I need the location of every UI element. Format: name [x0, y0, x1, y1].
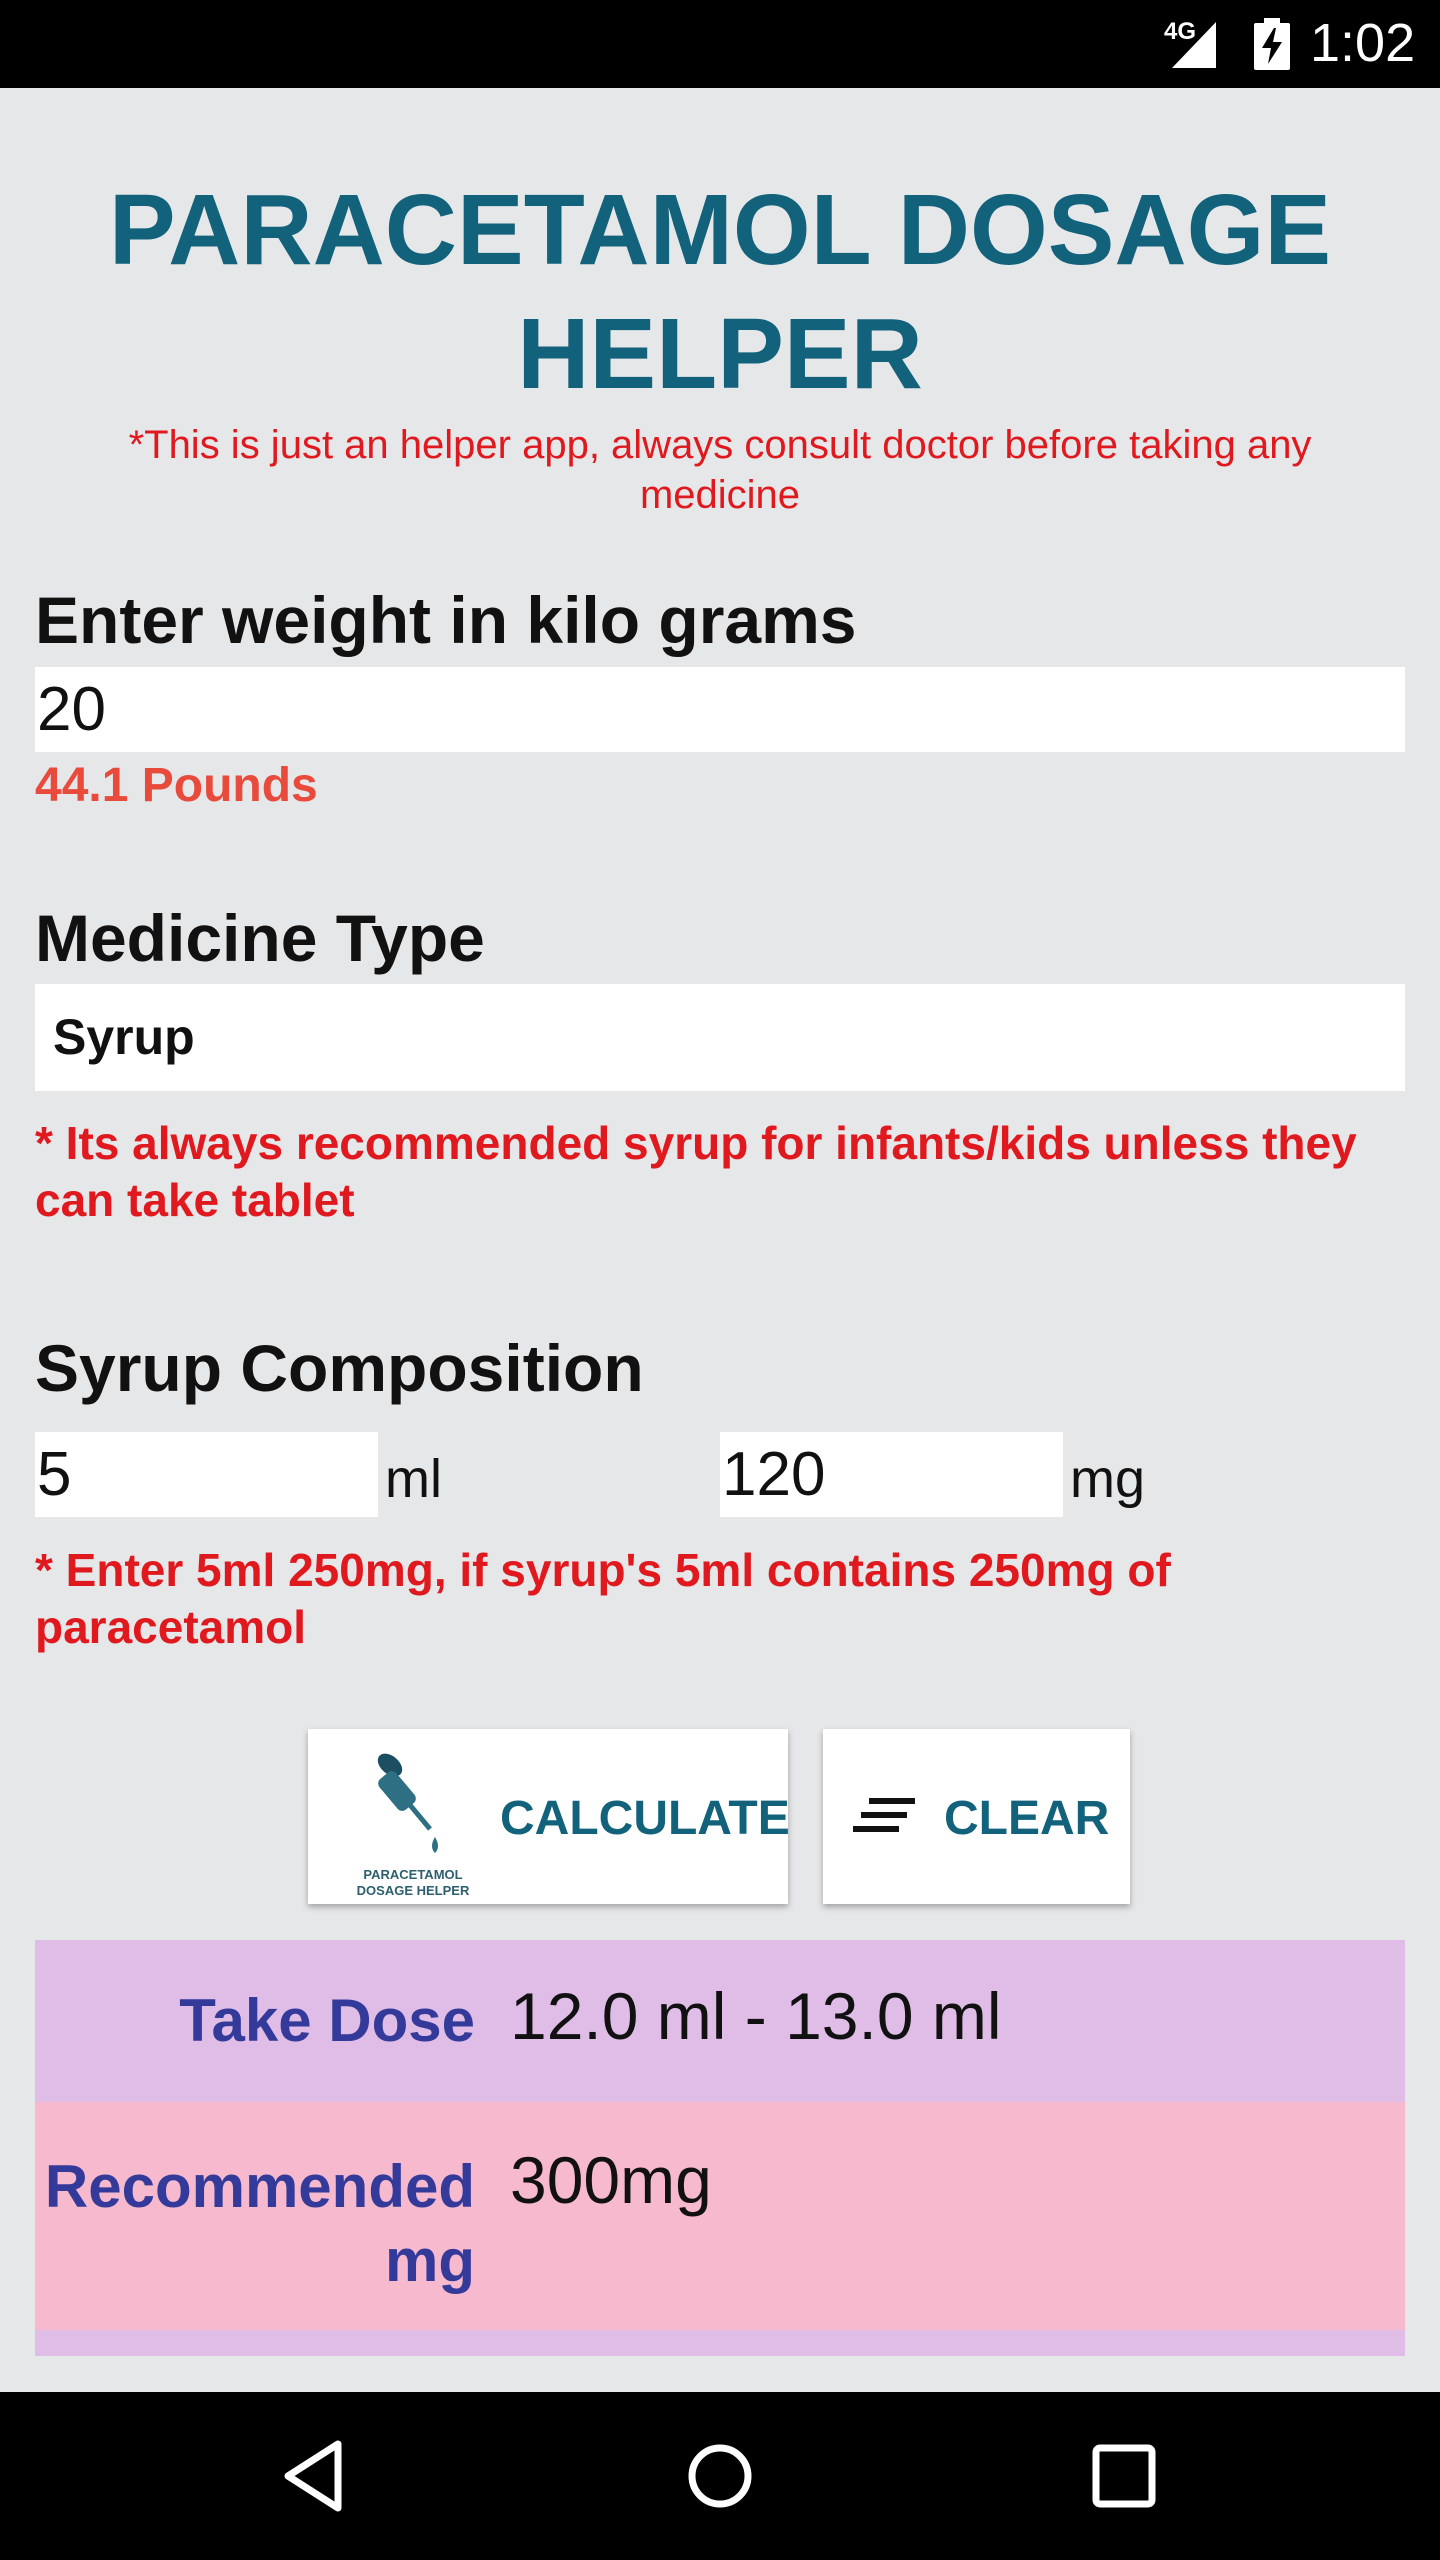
mg-result-row: Recommended mg 300mg [35, 2102, 1405, 2330]
weight-label: Enter weight in kilo grams [35, 583, 857, 657]
disclaimer-text: *This is just an helper app, always cons… [128, 423, 1312, 517]
mg-input[interactable]: 120 [720, 1432, 1063, 1517]
clear-lines-icon [853, 1798, 915, 1832]
dropper-icon [377, 1753, 438, 1853]
status-bar: 4G 1:02 [0, 0, 1440, 88]
recents-square-icon[interactable] [1084, 2436, 1164, 2516]
recommended-mg-value: 300mg [510, 2143, 712, 2217]
medicine-type-label: Medicine Type [35, 901, 485, 975]
mg-unit: mg [1070, 1449, 1146, 1509]
medicine-type-dropdown[interactable]: Syrup [35, 984, 1405, 1091]
app-title: PARACETAMOL DOSAGE HELPER [108, 174, 1332, 410]
pounds-conversion: 44.1 Pounds [35, 759, 318, 812]
dose-value: 12.0 ml - 13.0 ml [510, 1979, 1002, 2053]
clock: 1:02 [1310, 13, 1416, 73]
recommended-mg-label-line2: mg [385, 2227, 475, 2294]
dose-label: Take Dose [179, 1987, 475, 2054]
back-triangle-icon[interactable] [276, 2436, 356, 2516]
clear-label: CLEAR [944, 1792, 1110, 1845]
signal-icon: 4G [1164, 18, 1224, 70]
clear-button[interactable]: CLEAR [823, 1729, 1130, 1904]
ml-unit: ml [385, 1449, 442, 1509]
calculate-button[interactable]: PARACETAMOL DOSAGE HELPER CALCULATE [308, 1729, 790, 1904]
dose-result-row: Take Dose 12.0 ml - 13.0 ml [35, 1940, 1405, 2102]
recommended-mg-label: Recommended mg [35, 2150, 475, 2298]
next-result-row [35, 2330, 1405, 2356]
logo-caption-1: PARACETAMOL [363, 1867, 463, 1882]
composition-label: Syrup Composition [35, 1331, 644, 1405]
calculate-label: CALCULATE [500, 1792, 790, 1845]
weight-input[interactable]: 20 [35, 667, 1405, 752]
recommended-mg-label-line1: Recommended [44, 2153, 475, 2220]
logo-caption-2: DOSAGE HELPER [356, 1883, 470, 1898]
battery-charging-icon [1254, 18, 1290, 70]
ml-input[interactable]: 5 [35, 1432, 378, 1517]
composition-note: * Enter 5ml 250mg, if syrup's 5ml contai… [35, 1544, 1171, 1653]
app-logo: PARACETAMOL DOSAGE HELPER [338, 1743, 488, 1898]
home-circle-icon[interactable] [680, 2436, 760, 2516]
navigation-bar [0, 2392, 1440, 2560]
medicine-note: * Its always recommended syrup for infan… [35, 1117, 1357, 1226]
